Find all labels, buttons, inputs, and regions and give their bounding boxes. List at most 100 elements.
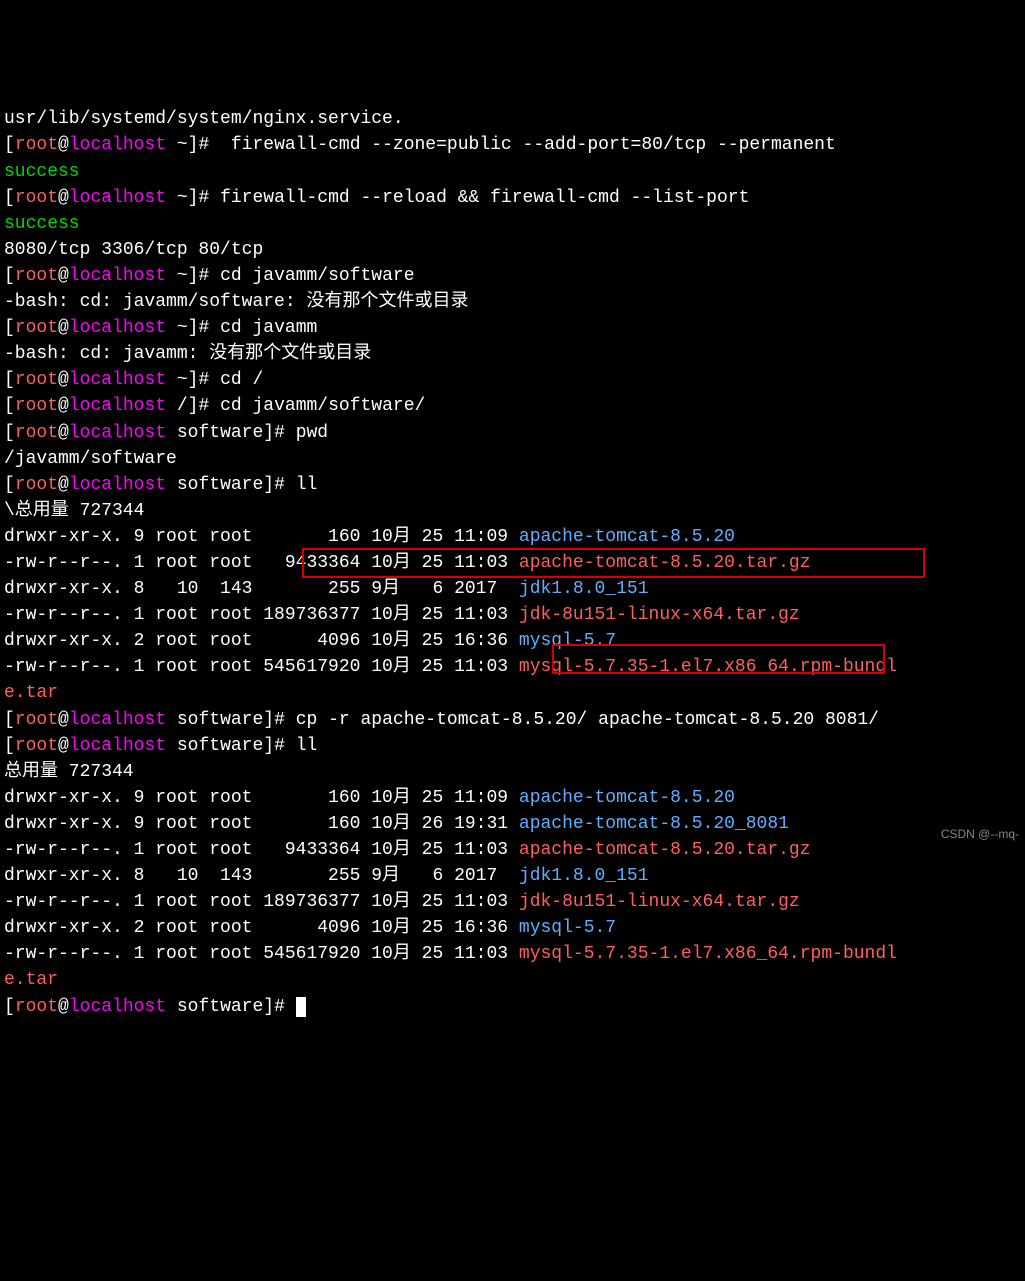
command-text[interactable]: ll (296, 736, 318, 756)
prompt-suffix: ]# (188, 135, 220, 155)
prompt-cwd: ~ (166, 370, 188, 390)
prompt-bracket: [ (4, 710, 15, 730)
prompt-host: localhost (69, 396, 166, 416)
ls-filename: apache-tomcat-8.5.20_8081 (519, 814, 789, 834)
ls-meta: drwxr-xr-x. 9 root root 160 10月 25 11:09 (4, 527, 519, 547)
ls-filename: mysql-5.7.35-1.el7.x86_64.rpm-bundl (519, 944, 897, 964)
output-text: -bash: cd: javamm/software: 没有那个文件或目录 (4, 292, 468, 312)
prompt-user: root (15, 475, 58, 495)
prompt-cwd: ~ (166, 135, 188, 155)
ls-filename: apache-tomcat-8.5.20 (519, 527, 735, 547)
terminal-line: e.tar (4, 680, 1021, 706)
command-text[interactable]: pwd (296, 423, 328, 443)
command-text[interactable]: cd javamm (220, 318, 317, 338)
ls-filename: jdk-8u151-linux-x64.tar.gz (519, 605, 800, 625)
command-text[interactable]: firewall-cmd --zone=public --add-port=80… (220, 135, 836, 155)
terminal-line: [root@localhost ~]# firewall-cmd --reloa… (4, 185, 1021, 211)
prompt-cwd: software (166, 736, 263, 756)
prompt-suffix: ]# (263, 997, 295, 1017)
command-text[interactable]: cd javamm/software/ (220, 396, 425, 416)
prompt-bracket: [ (4, 396, 15, 416)
terminal-line: drwxr-xr-x. 9 root root 160 10月 25 11:09… (4, 785, 1021, 811)
ls-filename: mysql-5.7 (519, 918, 616, 938)
prompt-host: localhost (69, 266, 166, 286)
ls-filename: mysql-5.7.35-1.el7.x86_64.rpm-bundl (519, 657, 897, 677)
prompt-user: root (15, 396, 58, 416)
prompt-at: @ (58, 736, 69, 756)
prompt-user: root (15, 736, 58, 756)
prompt-at: @ (58, 710, 69, 730)
prompt-suffix: ]# (263, 736, 295, 756)
prompt-bracket: [ (4, 135, 15, 155)
prompt-suffix: ]# (188, 318, 220, 338)
prompt-bracket: [ (4, 370, 15, 390)
terminal-line: -rw-r--r--. 1 root root 9433364 10月 25 1… (4, 550, 1021, 576)
output-text: success (4, 214, 80, 234)
output-text: success (4, 162, 80, 182)
prompt-bracket: [ (4, 736, 15, 756)
terminal-line: -bash: cd: javamm: 没有那个文件或目录 (4, 341, 1021, 367)
terminal-line: [root@localhost ~]# cd javamm (4, 315, 1021, 341)
terminal-output[interactable]: usr/lib/systemd/system/nginx.service.[ro… (4, 106, 1021, 1019)
command-text[interactable]: cp -r apache-tomcat-8.5.20/ apache-tomca… (296, 710, 879, 730)
terminal-line: -rw-r--r--. 1 root root 189736377 10月 25… (4, 602, 1021, 628)
prompt-cwd: software (166, 997, 263, 1017)
command-text[interactable]: ll (296, 475, 318, 495)
ls-meta: drwxr-xr-x. 2 root root 4096 10月 25 16:3… (4, 918, 519, 938)
terminal-line: [root@localhost software]# ll (4, 733, 1021, 759)
terminal-line: success (4, 211, 1021, 237)
prompt-suffix: ]# (263, 475, 295, 495)
command-text[interactable]: cd javamm/software (220, 266, 414, 286)
prompt-suffix: ]# (263, 710, 295, 730)
terminal-line: [root@localhost ~]# firewall-cmd --zone=… (4, 132, 1021, 158)
terminal-line: [root@localhost software]# ll (4, 472, 1021, 498)
ls-filename: mysql-5.7 (519, 631, 616, 651)
terminal-line: e.tar (4, 967, 1021, 993)
terminal-line: [root@localhost ~]# cd / (4, 367, 1021, 393)
output-text: 总用量 727344 (4, 762, 134, 782)
prompt-host: localhost (69, 997, 166, 1017)
ls-meta: -rw-r--r--. 1 root root 545617920 10月 25… (4, 944, 519, 964)
prompt-cwd: ~ (166, 266, 188, 286)
ls-filename-wrap: e.tar (4, 970, 58, 990)
terminal-line: drwxr-xr-x. 8 10 143 255 9月 6 2017 jdk1.… (4, 863, 1021, 889)
ls-filename: apache-tomcat-8.5.20.tar.gz (519, 840, 811, 860)
terminal-line: [root@localhost ~]# cd javamm/software (4, 263, 1021, 289)
ls-meta: drwxr-xr-x. 2 root root 4096 10月 25 16:3… (4, 631, 519, 651)
ls-meta: -rw-r--r--. 1 root root 9433364 10月 25 1… (4, 553, 519, 573)
ls-meta: drwxr-xr-x. 8 10 143 255 9月 6 2017 (4, 866, 519, 886)
terminal-line: drwxr-xr-x. 8 10 143 255 9月 6 2017 jdk1.… (4, 576, 1021, 602)
ls-filename: jdk1.8.0_151 (519, 866, 649, 886)
prompt-user: root (15, 370, 58, 390)
prompt-user: root (15, 423, 58, 443)
ls-meta: drwxr-xr-x. 9 root root 160 10月 25 11:09 (4, 788, 519, 808)
terminal-line: -rw-r--r--. 1 root root 9433364 10月 25 1… (4, 837, 1021, 863)
terminal-line: /javamm/software (4, 446, 1021, 472)
output-text: /javamm/software (4, 449, 177, 469)
watermark: CSDN @--mq- (941, 826, 1019, 843)
command-text[interactable]: cd / (220, 370, 263, 390)
terminal-line: usr/lib/systemd/system/nginx.service. (4, 106, 1021, 132)
prompt-bracket: [ (4, 475, 15, 495)
prompt-suffix: ]# (188, 266, 220, 286)
prompt-host: localhost (69, 710, 166, 730)
prompt-suffix: ]# (188, 370, 220, 390)
prompt-host: localhost (69, 475, 166, 495)
prompt-bracket: [ (4, 188, 15, 208)
prompt-at: @ (58, 997, 69, 1017)
prompt-host: localhost (69, 736, 166, 756)
prompt-host: localhost (69, 370, 166, 390)
prompt-cwd: ~ (166, 318, 188, 338)
prompt-user: root (15, 266, 58, 286)
prompt-suffix: ]# (263, 423, 295, 443)
output-text: \总用量 727344 (4, 501, 144, 521)
terminal-line: drwxr-xr-x. 9 root root 160 10月 25 11:09… (4, 524, 1021, 550)
command-text[interactable]: firewall-cmd --reload && firewall-cmd --… (220, 188, 749, 208)
terminal-line: \总用量 727344 (4, 498, 1021, 524)
ls-meta: -rw-r--r--. 1 root root 545617920 10月 25… (4, 657, 519, 677)
prompt-cwd: / (166, 396, 188, 416)
prompt-cwd: ~ (166, 188, 188, 208)
prompt-at: @ (58, 135, 69, 155)
terminal-line: -bash: cd: javamm/software: 没有那个文件或目录 (4, 289, 1021, 315)
output-text: -bash: cd: javamm: 没有那个文件或目录 (4, 344, 371, 364)
